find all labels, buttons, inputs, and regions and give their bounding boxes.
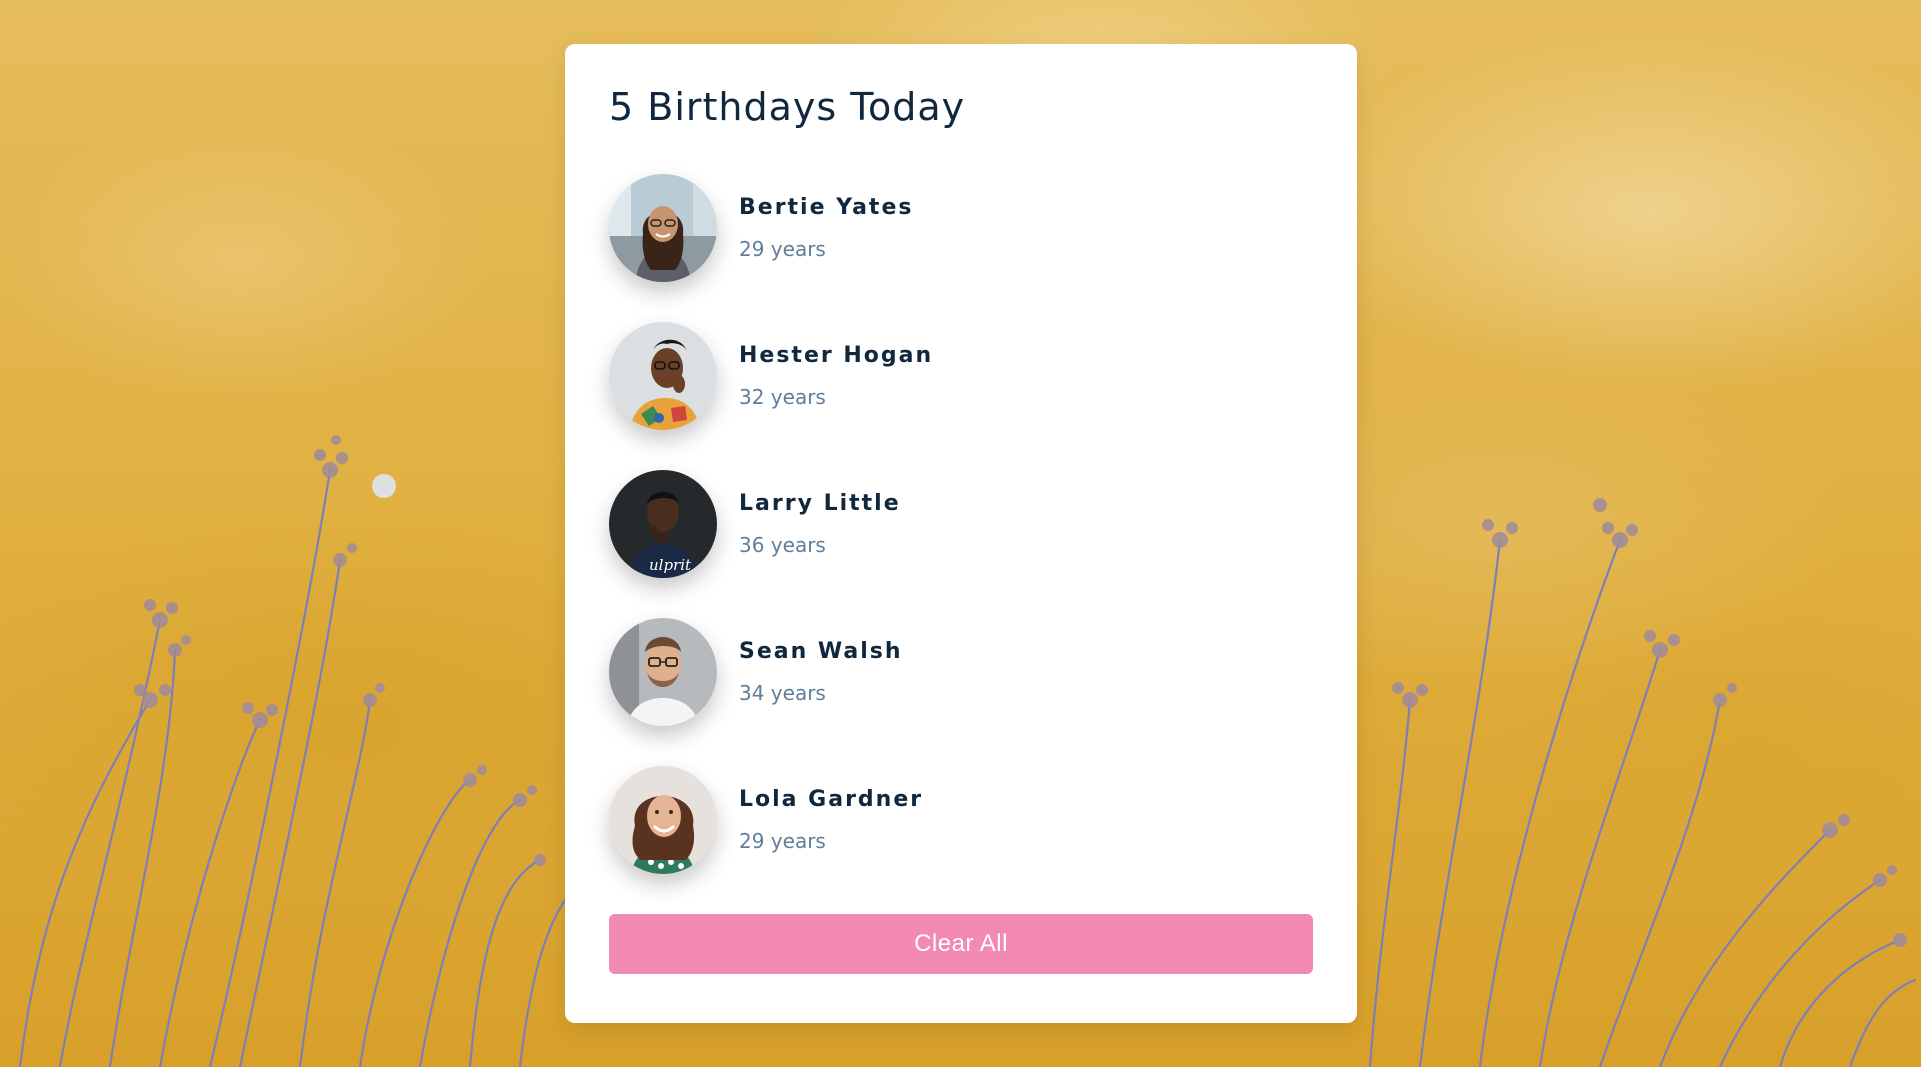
person-info: Bertie Yates 29 years — [739, 194, 913, 262]
page-title: 5 Birthdays Today — [609, 85, 966, 129]
list-item: Lola Gardner 29 years — [609, 766, 1313, 874]
person-info: Larry Little 36 years — [739, 490, 901, 558]
person-name: Sean Walsh — [739, 639, 903, 664]
person-age: 29 years — [739, 237, 826, 261]
person-age: 34 years — [739, 681, 826, 705]
avatar — [609, 174, 717, 282]
list-item: Sean Walsh 34 years — [609, 618, 1313, 726]
svg-text:ulprit: ulprit — [649, 556, 692, 574]
person-name: Bertie Yates — [739, 195, 914, 220]
person-name: Lola Gardner — [739, 787, 924, 812]
person-info: Sean Walsh 34 years — [739, 638, 903, 706]
person-name: Hester Hogan — [739, 343, 934, 368]
person-info: Lola Gardner 29 years — [739, 786, 923, 854]
clear-all-button[interactable]: Clear All — [609, 914, 1313, 974]
avatar: ulprit — [609, 470, 717, 578]
list-item: Hester Hogan 32 years — [609, 322, 1313, 430]
avatar — [609, 322, 717, 430]
birthday-card: 5 Birthdays Today Bertie Yates 29 years … — [565, 44, 1357, 1023]
person-age: 32 years — [739, 385, 826, 409]
list-item: Bertie Yates 29 years — [609, 174, 1313, 282]
person-info: Hester Hogan 32 years — [739, 342, 933, 410]
person-age: 29 years — [739, 829, 826, 853]
avatar — [609, 766, 717, 874]
person-age: 36 years — [739, 533, 826, 557]
person-name: Larry Little — [739, 491, 901, 516]
avatar — [609, 618, 717, 726]
list-item: ulprit Larry Little 36 years — [609, 470, 1313, 578]
birthday-list: Bertie Yates 29 years Hester Hogan 32 ye… — [609, 174, 1313, 874]
